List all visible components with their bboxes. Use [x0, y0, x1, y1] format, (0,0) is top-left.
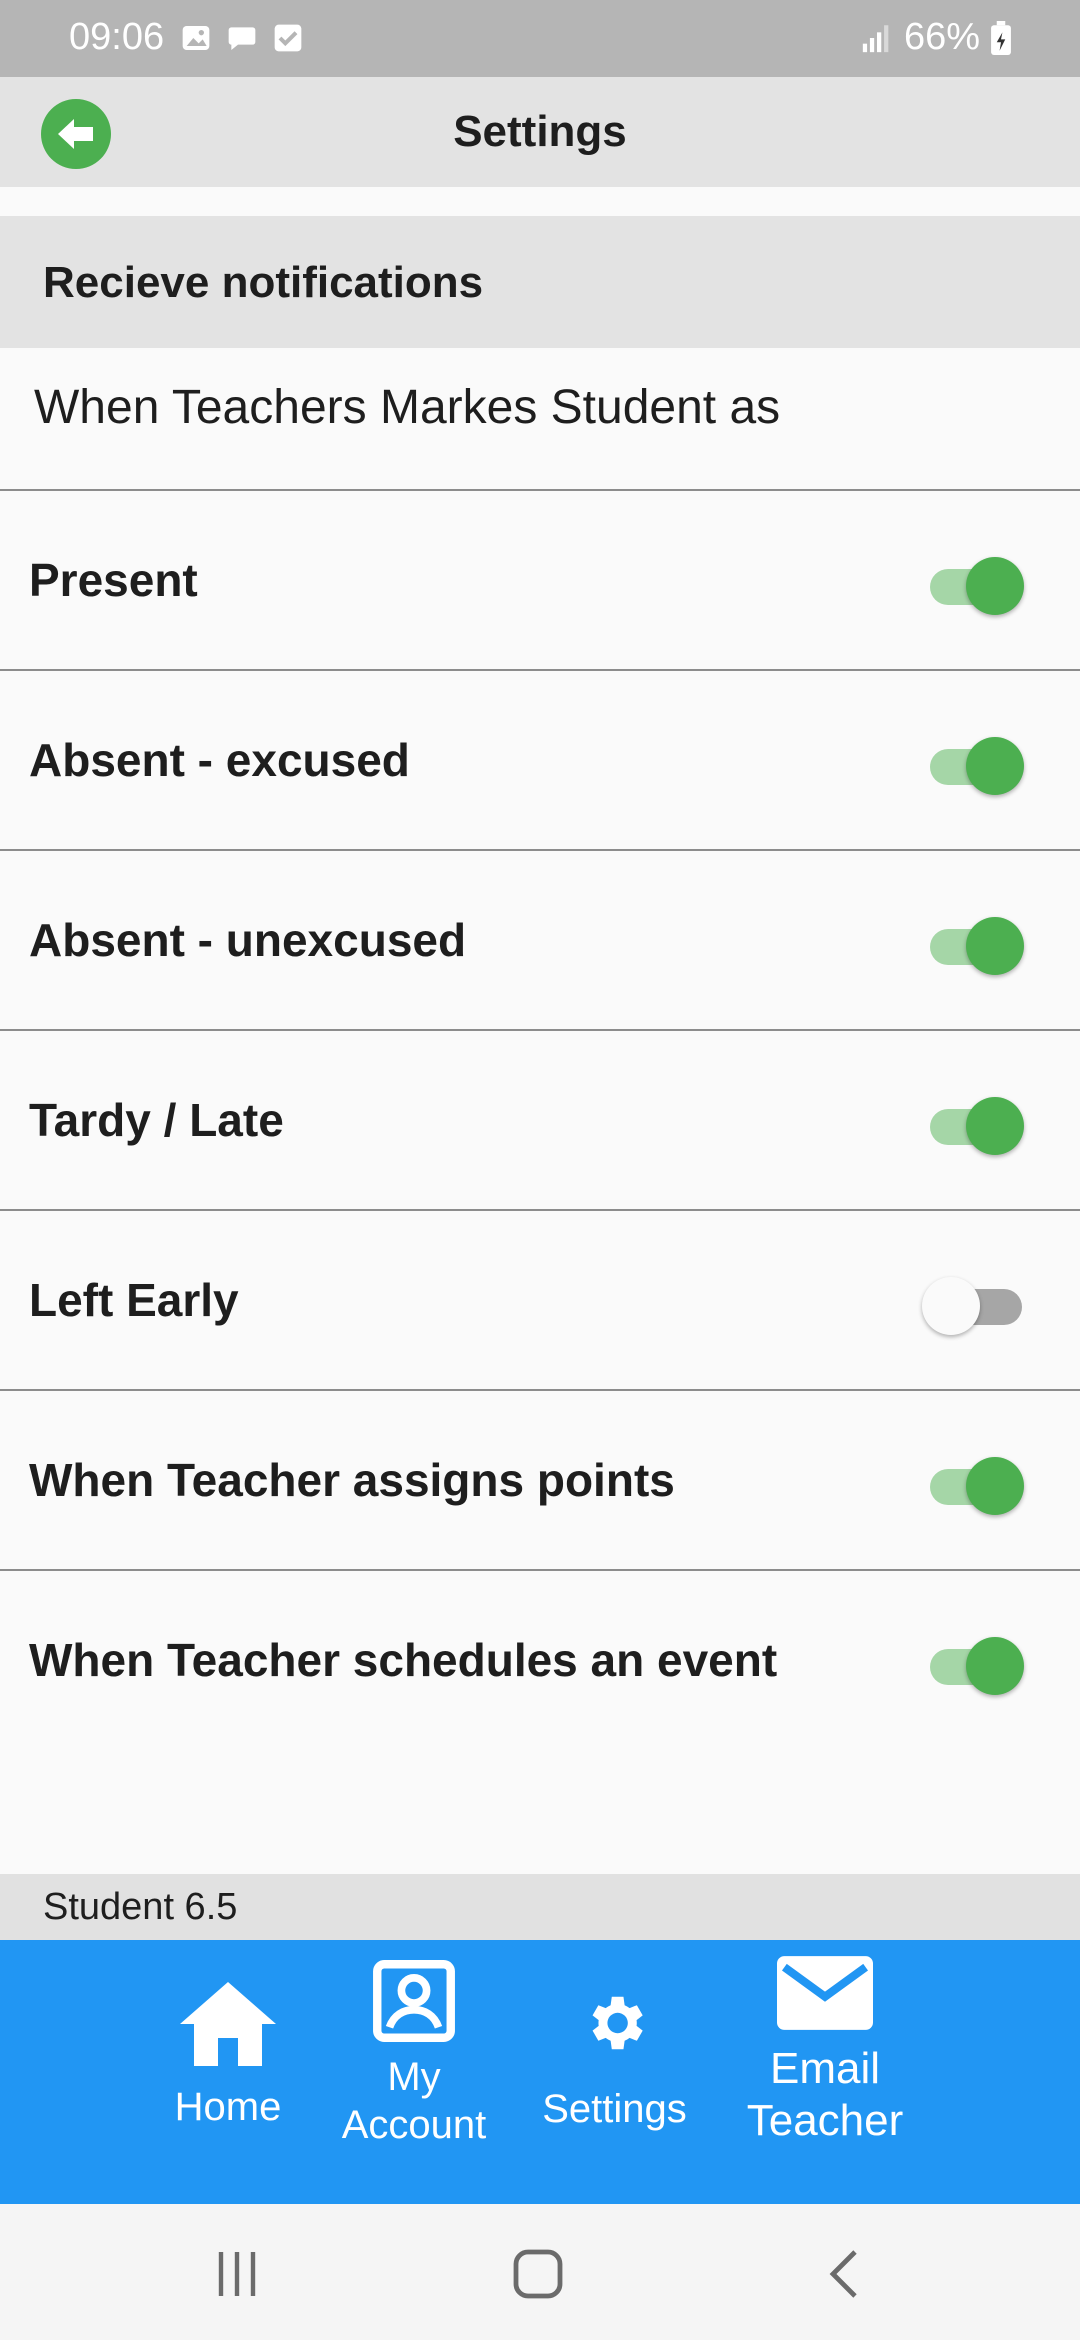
setting-row-present: Present: [0, 491, 1080, 671]
back-chevron-icon[interactable]: [815, 2244, 875, 2304]
setting-row-assigns-points: When Teacher assigns points: [0, 1391, 1080, 1571]
version-bar: Student 6.5: [0, 1874, 1080, 1940]
gear-icon: [592, 1996, 643, 2050]
check-icon: [274, 24, 302, 52]
message-icon: [228, 27, 256, 50]
nav-email-teacher[interactable]: Email Teacher: [735, 1956, 915, 2147]
setting-label: Absent - excused: [29, 734, 410, 786]
setting-row-schedules-event: When Teacher schedules an event: [0, 1571, 1080, 1751]
recent-apps-icon[interactable]: [207, 2244, 267, 2304]
mail-icon: [777, 1956, 873, 2030]
nav-home[interactable]: Home: [168, 1982, 288, 2131]
nav-label: Settings: [542, 2087, 687, 2131]
setting-label: When Teacher assigns points: [29, 1454, 675, 1506]
nav-my-account[interactable]: My Account: [334, 1958, 494, 2149]
notification-icons: [180, 22, 304, 54]
version-text: Student 6.5: [43, 1886, 238, 1928]
nav-label: Email Teacher: [746, 2044, 904, 2145]
setting-row-absent-unexcused: Absent - unexcused: [0, 851, 1080, 1031]
setting-row-left-early: Left Early: [0, 1211, 1080, 1391]
schedules-event-toggle[interactable]: [922, 1631, 1024, 1695]
absent-unexcused-toggle[interactable]: [922, 911, 1024, 975]
notification-settings-list: Present Absent - excused Absent - unexcu…: [0, 491, 1080, 1751]
section-header: Recieve notifications: [0, 216, 1080, 348]
section-title: Recieve notifications: [43, 258, 484, 307]
battery-icon: [991, 20, 1011, 55]
app-bar: Settings: [0, 77, 1080, 187]
absent-excused-toggle[interactable]: [922, 731, 1024, 795]
home-circle-icon[interactable]: [508, 2244, 568, 2304]
setting-label: Absent - unexcused: [29, 914, 467, 966]
setting-row-tardy-late: Tardy / Late: [0, 1031, 1080, 1211]
present-toggle[interactable]: [922, 551, 1024, 615]
setting-label: Present: [29, 554, 198, 606]
system-navigation-bar: [0, 2204, 1080, 2340]
assigns-points-toggle[interactable]: [922, 1451, 1024, 1515]
section-subheader: When Teachers Markes Student as: [0, 348, 1080, 491]
battery-percentage: 66%: [903, 16, 980, 58]
bottom-navigation: Home My Account Settings Email Teacher: [0, 1940, 1080, 2204]
account-icon: [373, 1960, 455, 2042]
page-title: Settings: [453, 107, 627, 156]
nav-label: My Account: [341, 2055, 487, 2147]
status-time: 09:06: [69, 16, 165, 58]
gallery-icon: [182, 26, 210, 50]
tardy-late-toggle[interactable]: [922, 1091, 1024, 1155]
status-right: 66%: [860, 16, 1012, 59]
setting-row-absent-excused: Absent - excused: [0, 671, 1080, 851]
signal-icon: [862, 24, 889, 52]
setting-label: Tardy / Late: [29, 1094, 284, 1146]
status-bar: 09:06 66%: [0, 0, 1080, 77]
setting-label: When Teacher schedules an event: [29, 1634, 778, 1686]
nav-label: Home: [174, 2085, 282, 2129]
nav-settings[interactable]: Settings: [532, 1988, 697, 2133]
subheader-text: When Teachers Markes Student as: [34, 381, 781, 434]
left-early-toggle[interactable]: [922, 1271, 1024, 1335]
setting-label: Left Early: [29, 1274, 239, 1326]
home-icon: [180, 1982, 276, 2066]
